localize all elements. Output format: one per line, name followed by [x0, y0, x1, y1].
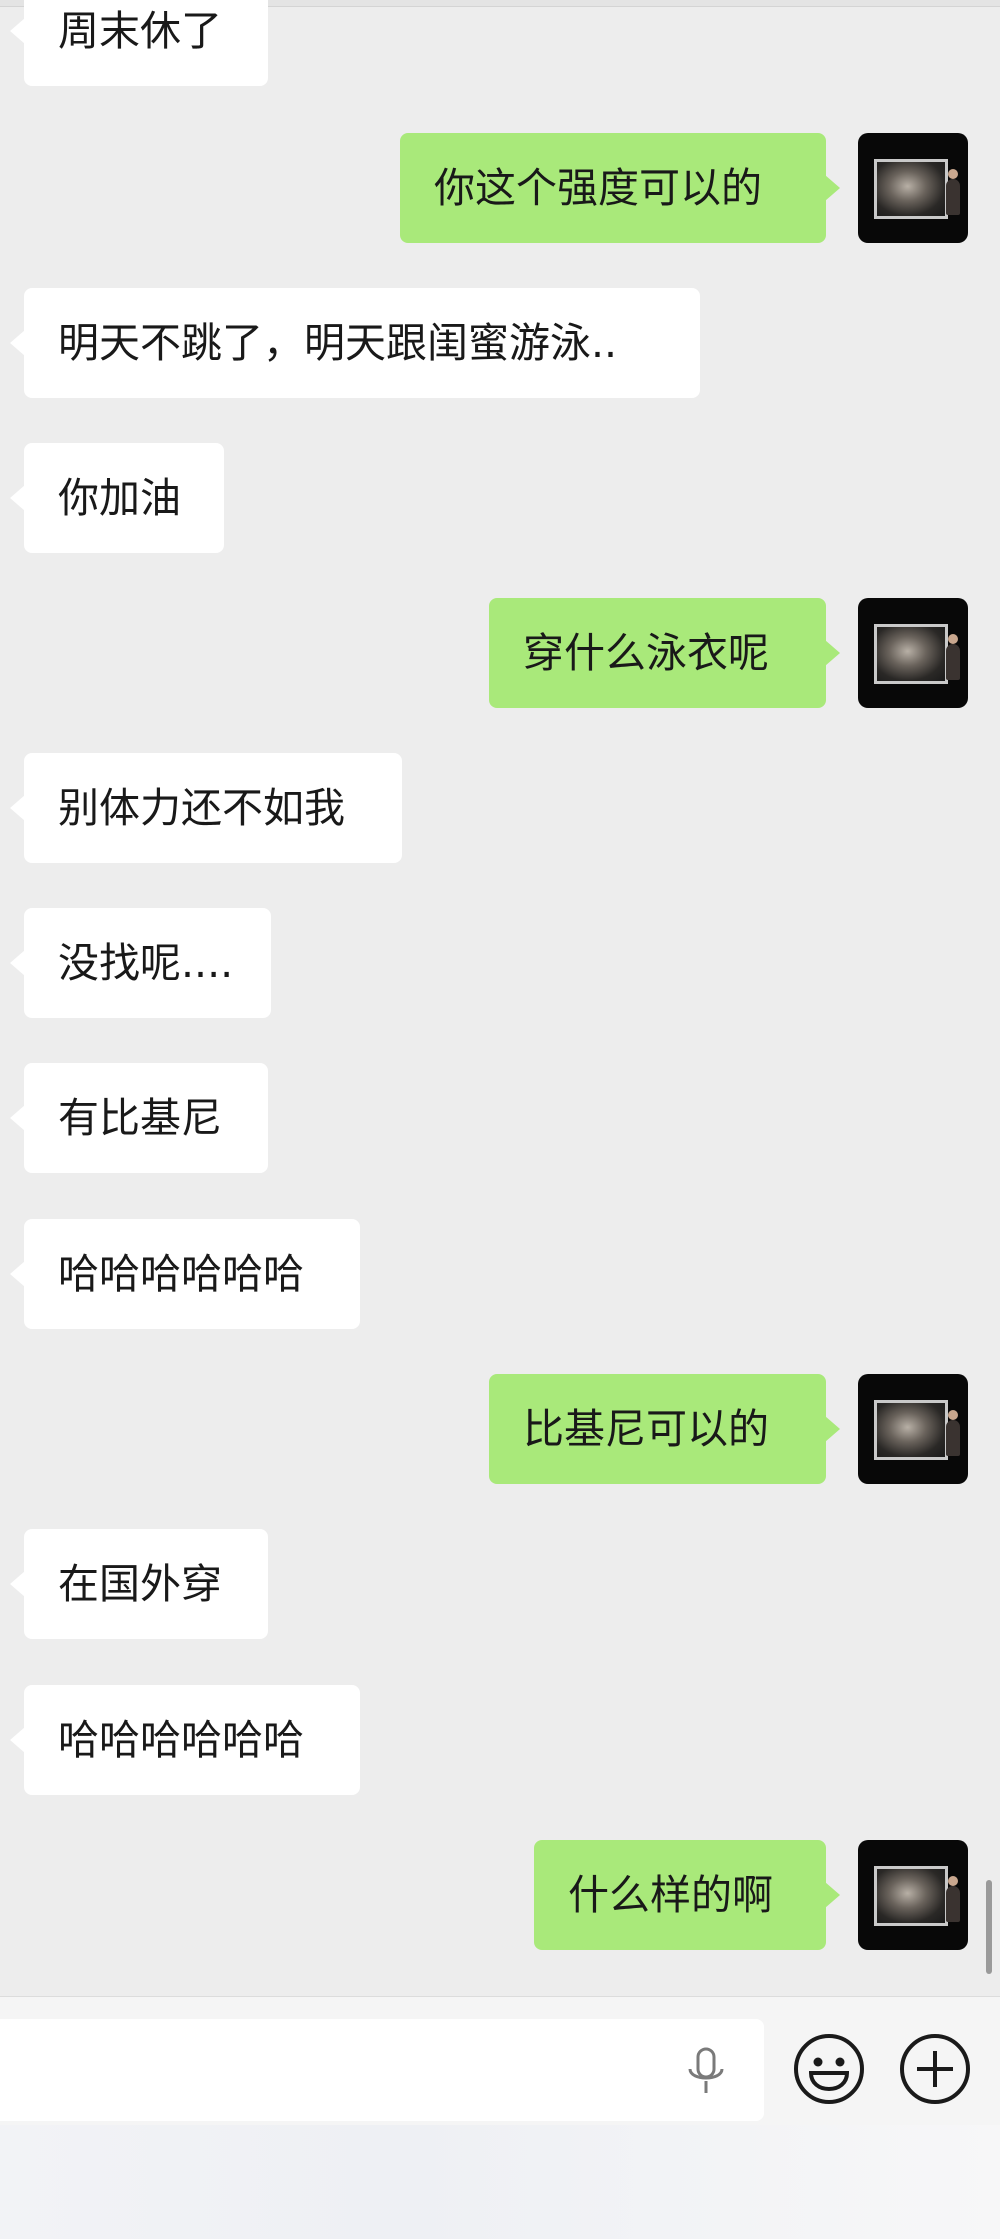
chat-scrollbar[interactable]	[986, 1880, 992, 1974]
message-text-input[interactable]	[0, 2019, 764, 2121]
message-bubble[interactable]: 没找呢....	[10, 908, 271, 1018]
avatar-artwork	[874, 624, 948, 684]
message-incoming: 在国外穿	[10, 1529, 268, 1639]
emoji-icon[interactable]	[793, 2033, 865, 2105]
my-avatar[interactable]	[858, 1840, 968, 1950]
message-bubble[interactable]: 比基尼可以的	[489, 1374, 840, 1484]
message-incoming: 明天不跳了，明天跟闺蜜游泳..	[10, 288, 700, 398]
message-outgoing: 比基尼可以的	[489, 1374, 840, 1484]
message-bubble[interactable]: 明天不跳了，明天跟闺蜜游泳..	[10, 288, 700, 398]
message-bubble[interactable]: 什么样的啊	[534, 1840, 840, 1950]
message-bubble[interactable]: 哈哈哈哈哈哈	[10, 1685, 360, 1795]
message-bubble[interactable]: 别体力还不如我	[10, 753, 402, 863]
message-bubble[interactable]: 周末休了	[10, 0, 268, 86]
avatar-person	[946, 1410, 960, 1456]
my-avatar[interactable]	[858, 598, 968, 708]
bottom-safe-area	[0, 2125, 1000, 2239]
message-bubble[interactable]: 哈哈哈哈哈哈	[10, 1219, 360, 1329]
message-incoming: 别体力还不如我	[10, 753, 402, 863]
message-input-bar	[0, 1996, 1000, 2239]
message-outgoing: 你这个强度可以的	[400, 133, 840, 243]
my-avatar[interactable]	[858, 133, 968, 243]
message-outgoing: 什么样的啊	[534, 1840, 840, 1950]
my-avatar[interactable]	[858, 1374, 968, 1484]
message-incoming: 没找呢....	[10, 908, 271, 1018]
message-bubble[interactable]: 在国外穿	[10, 1529, 268, 1639]
avatar-artwork	[874, 1400, 948, 1460]
message-bubble[interactable]: 有比基尼	[10, 1063, 268, 1173]
mic-icon[interactable]	[684, 2047, 728, 2097]
message-incoming: 你加油	[10, 443, 224, 553]
message-incoming: 有比基尼	[10, 1063, 268, 1173]
message-incoming: 哈哈哈哈哈哈	[10, 1685, 360, 1795]
avatar-person	[946, 169, 960, 215]
message-incoming: 哈哈哈哈哈哈	[10, 1219, 360, 1329]
chat-message-list[interactable]: 周末休了 你这个强度可以的 明天不跳了，明天跟闺蜜游泳.. 你加油 穿什么泳衣呢…	[0, 0, 1000, 1996]
message-bubble[interactable]: 你这个强度可以的	[400, 133, 840, 243]
avatar-artwork	[874, 1866, 948, 1926]
message-bubble[interactable]: 穿什么泳衣呢	[489, 598, 840, 708]
message-bubble[interactable]: 你加油	[10, 443, 224, 553]
avatar-person	[946, 634, 960, 680]
avatar-person	[946, 1876, 960, 1922]
avatar-artwork	[874, 159, 948, 219]
plus-icon[interactable]	[899, 2033, 971, 2105]
message-outgoing: 穿什么泳衣呢	[489, 598, 840, 708]
message-incoming: 周末休了	[10, 0, 268, 86]
